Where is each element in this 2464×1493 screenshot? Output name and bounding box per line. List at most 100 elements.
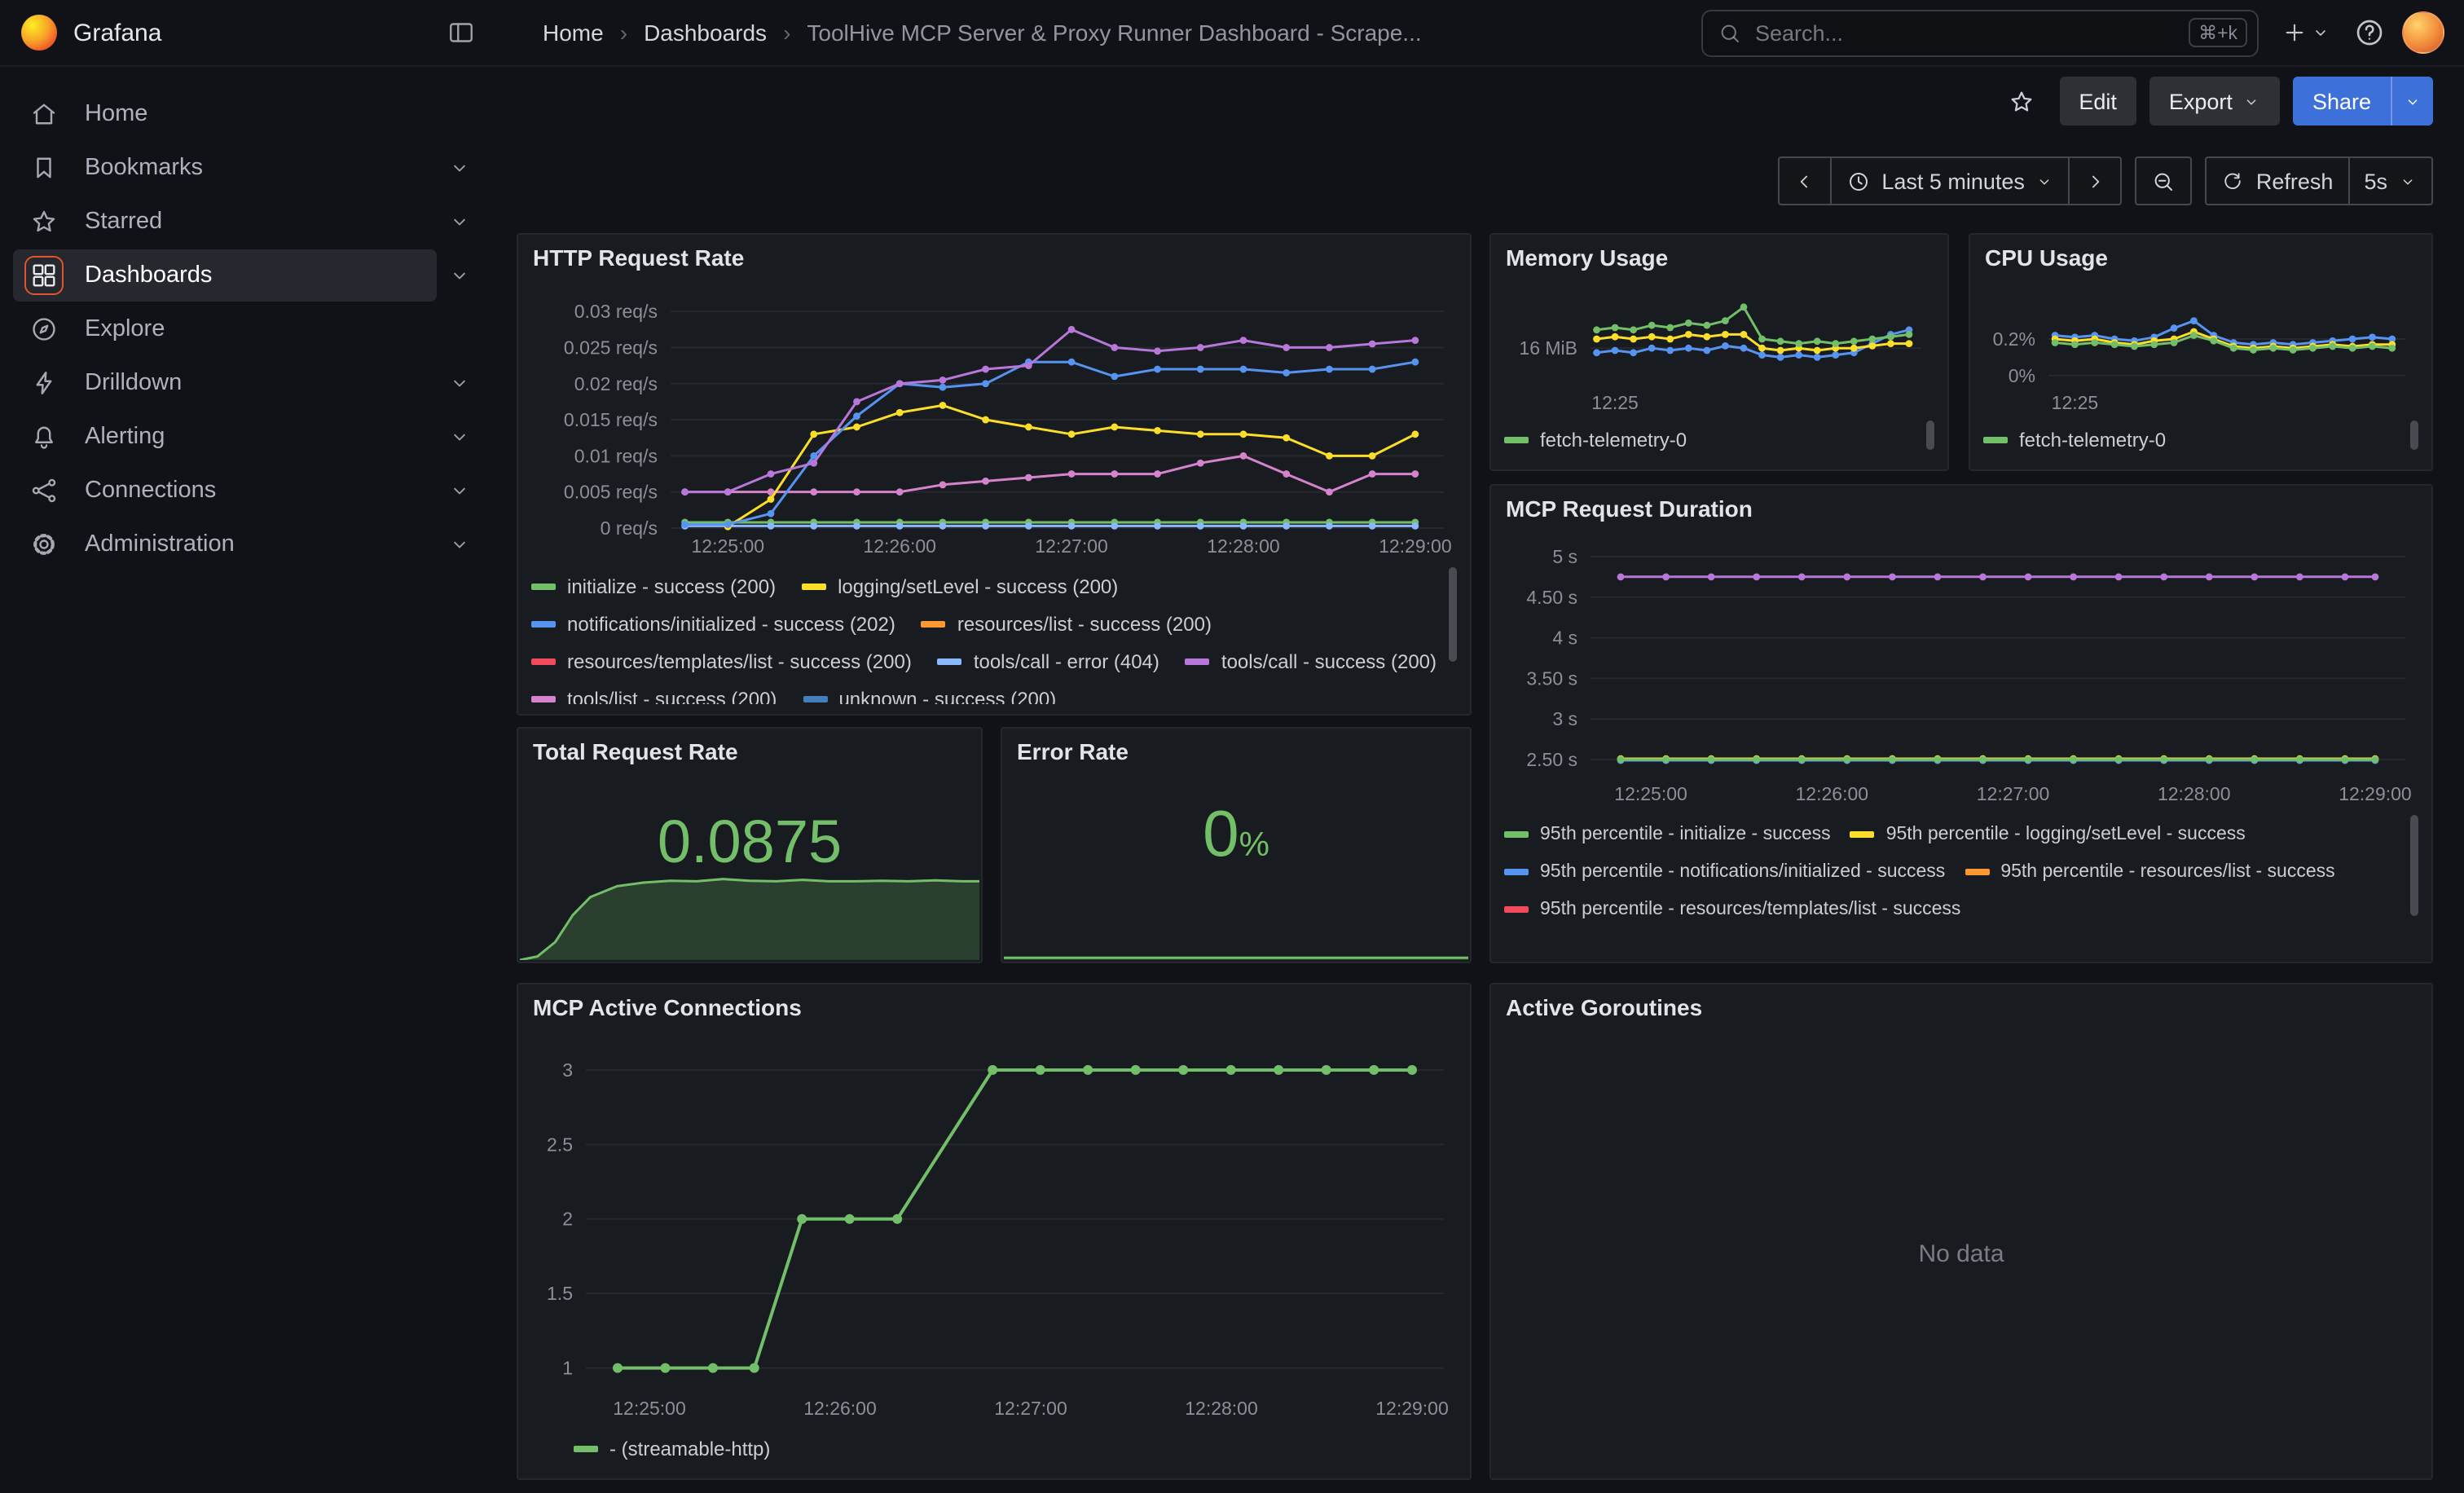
breadcrumb-home[interactable]: Home: [543, 20, 604, 46]
panel-title[interactable]: HTTP Request Rate: [518, 235, 1470, 280]
panel-title[interactable]: MCP Request Duration: [1491, 486, 2431, 531]
zoom-out-button[interactable]: [2137, 158, 2191, 204]
time-back-button[interactable]: [1779, 158, 1829, 204]
legend-item[interactable]: 95th percentile - logging/setLevel - suc…: [1850, 815, 2246, 852]
svg-text:12:29:00: 12:29:00: [2339, 783, 2412, 804]
panel-title[interactable]: CPU Usage: [1970, 235, 2431, 280]
time-range-picker[interactable]: Last 5 minutes: [1829, 158, 2069, 204]
sidebar-item-alerting[interactable]: Alerting: [13, 411, 482, 463]
dashboard-toolbar: Edit Export Share: [489, 65, 2464, 137]
search-placeholder: Search...: [1755, 20, 2176, 45]
share-menu-caret[interactable]: [2391, 77, 2433, 126]
cpu-usage-chart[interactable]: 0%0.2%12:25: [1983, 280, 2418, 417]
panel-total-request-rate: Total Request Rate 0.0875: [517, 727, 983, 963]
legend-item[interactable]: tools/call - success (200): [1186, 642, 1437, 680]
clock-icon: [1846, 169, 1870, 193]
svg-text:12:29:00: 12:29:00: [1375, 1398, 1449, 1419]
svg-text:0 req/s: 0 req/s: [601, 517, 658, 539]
svg-text:1: 1: [562, 1358, 573, 1379]
legend-color-bar: [531, 583, 556, 589]
memory-legend: fetch-telemetry-0: [1504, 417, 1934, 460]
legend-scrollbar[interactable]: [1449, 567, 1457, 662]
sidebar-item-drilldown[interactable]: Drilldown: [13, 357, 482, 409]
legend-scrollbar[interactable]: [1926, 421, 1934, 450]
edit-button[interactable]: Edit: [2059, 77, 2136, 126]
legend-item[interactable]: logging/setLevel - success (200): [802, 567, 1118, 605]
expand-chevron-icon[interactable]: [437, 199, 482, 244]
help-button[interactable]: [2347, 8, 2392, 57]
expand-chevron-icon[interactable]: [437, 253, 482, 298]
breadcrumb-dashboards[interactable]: Dashboards: [644, 20, 767, 46]
sidebar-item-administration[interactable]: Administration: [13, 518, 482, 570]
legend-item[interactable]: fetch-telemetry-0: [1983, 421, 2166, 458]
panel-title[interactable]: Error Rate: [1002, 729, 1470, 774]
sidebar-item-dashboards[interactable]: Dashboards: [13, 249, 482, 302]
legend-item[interactable]: 95th percentile - resources/list - succe…: [1965, 852, 2334, 890]
panel-title[interactable]: MCP Active Connections: [518, 984, 1470, 1030]
sidebar-item-connections[interactable]: Connections: [13, 465, 482, 517]
legend-item[interactable]: tools/call - error (404): [938, 642, 1159, 680]
legend-item[interactable]: resources/list - success (200): [922, 605, 1212, 642]
legend-item[interactable]: fetch-telemetry-0: [1504, 421, 1687, 458]
breadcrumb-separator: ›: [783, 20, 790, 46]
legend-item[interactable]: unknown - success (200): [803, 680, 1056, 704]
expand-chevron-icon[interactable]: [437, 145, 482, 191]
http-legend: initialize - success (200) logging/setLev…: [531, 561, 1457, 704]
legend-item[interactable]: - (streamable-http): [574, 1429, 770, 1467]
legend-item[interactable]: tools/list - success (200): [531, 680, 777, 704]
favorite-star-button[interactable]: [1997, 77, 2046, 126]
refresh-interval-picker[interactable]: 5s: [2347, 158, 2431, 204]
refresh-button[interactable]: Refresh: [2207, 158, 2348, 204]
expand-chevron-icon[interactable]: [437, 468, 482, 513]
dashboard-canvas: Last 5 minutes Refresh 5s H: [489, 137, 2464, 1493]
panel-title[interactable]: Total Request Rate: [518, 729, 981, 774]
avatar[interactable]: [2402, 11, 2444, 54]
sidebar: Home Bookmarks Starred Dashboards: [0, 65, 489, 1493]
panel-title[interactable]: Active Goroutines: [1491, 984, 2431, 1030]
memory-usage-chart[interactable]: 16 MiB12:25: [1504, 280, 1934, 417]
zoom-out-group: [2136, 156, 2193, 205]
svg-text:12:26:00: 12:26:00: [863, 535, 936, 557]
legend-color-bar: [938, 658, 962, 664]
export-button[interactable]: Export: [2149, 77, 2280, 126]
drilldown-icon: [24, 363, 64, 403]
mcp-active-connections-chart[interactable]: 11.522.5312:25:0012:26:0012:27:0012:28:0…: [531, 1030, 1457, 1423]
legend-item[interactable]: initialize - success (200): [531, 567, 776, 605]
legend-item[interactable]: 95th percentile - notifications/initiali…: [1504, 852, 1945, 890]
legend-color-bar: [922, 620, 946, 627]
grafana-app: Grafana Home › Dashboards › ToolHive MCP…: [0, 0, 2464, 1493]
svg-text:12:29:00: 12:29:00: [1379, 535, 1452, 557]
cpu-legend: fetch-telemetry-0: [1983, 417, 2418, 460]
sidebar-item-bookmarks[interactable]: Bookmarks: [13, 142, 482, 194]
legend-item[interactable]: resources/templates/list - success (200): [531, 642, 912, 680]
sidebar-item-explore[interactable]: Explore: [13, 303, 482, 355]
svg-text:3: 3: [562, 1059, 573, 1081]
panel-title[interactable]: Memory Usage: [1491, 235, 1947, 280]
grafana-logo[interactable]: [21, 15, 57, 51]
legend-item[interactable]: notifications/initialized - success (202…: [531, 605, 895, 642]
time-forward-button[interactable]: [2069, 158, 2121, 204]
expand-chevron-icon[interactable]: [437, 414, 482, 460]
compass-icon: [24, 310, 64, 349]
gear-icon: [24, 525, 64, 564]
sidebar-item-starred[interactable]: Starred: [13, 196, 482, 248]
expand-chevron-icon[interactable]: [437, 522, 482, 567]
plus-icon: [2281, 20, 2308, 46]
share-button[interactable]: Share: [2293, 77, 2433, 126]
legend-color-bar: [531, 658, 556, 664]
svg-text:0%: 0%: [2009, 365, 2035, 386]
add-button[interactable]: [2275, 8, 2337, 57]
bookmark-icon: [24, 148, 64, 187]
legend-scrollbar[interactable]: [2410, 421, 2418, 450]
legend-item[interactable]: 95th percentile - initialize - success: [1504, 815, 1831, 852]
top-nav: Grafana Home › Dashboards › ToolHive MCP…: [0, 0, 2464, 67]
search-input[interactable]: Search... ⌘+k: [1701, 9, 2259, 56]
mcp-request-duration-chart[interactable]: 2.50 s3 s3.50 s4 s4.50 s5 s12:25:0012:26…: [1504, 531, 2418, 808]
dock-menu-button[interactable]: [437, 8, 486, 57]
expand-chevron-icon[interactable]: [437, 360, 482, 406]
http-request-rate-chart[interactable]: 0 req/s0.005 req/s0.01 req/s0.015 req/s0…: [531, 280, 1457, 561]
legend-color-bar: [531, 620, 556, 627]
legend-scrollbar[interactable]: [2410, 815, 2418, 916]
sidebar-item-home[interactable]: Home: [13, 88, 482, 140]
legend-item[interactable]: 95th percentile - resources/templates/li…: [1504, 890, 1960, 927]
